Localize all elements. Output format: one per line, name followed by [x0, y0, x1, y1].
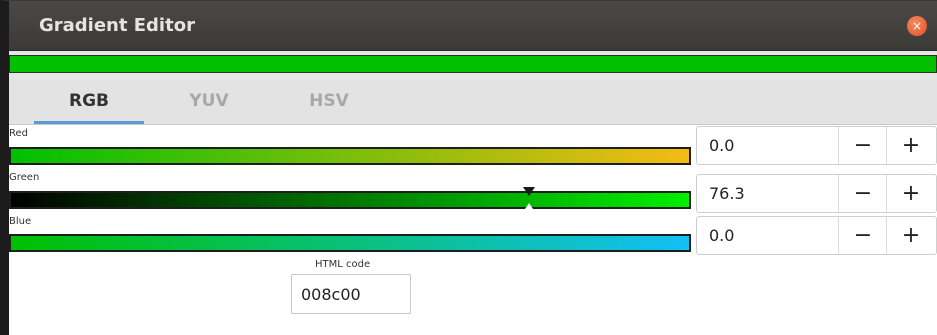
blue-spinbox: 0.0 − +	[696, 216, 937, 255]
green-gradient-slider[interactable]	[9, 191, 691, 209]
html-code-input[interactable]	[291, 274, 411, 314]
blue-increment-button[interactable]: +	[886, 217, 935, 254]
color-preview-bar	[9, 55, 937, 73]
red-increment-button[interactable]: +	[886, 127, 935, 164]
html-code-label: HTML code	[315, 259, 371, 270]
red-value-input[interactable]: 0.0	[709, 127, 734, 164]
tab-hsv[interactable]: HSV	[274, 79, 384, 124]
green-increment-button[interactable]: +	[886, 175, 935, 212]
red-spinbox: 0.0 − +	[696, 126, 937, 165]
red-decrement-button[interactable]: −	[838, 127, 887, 164]
green-value-input[interactable]: 76.3	[709, 175, 745, 212]
title-bar[interactable]: Gradient Editor ×	[9, 1, 937, 51]
green-spinbox: 76.3 − +	[696, 174, 937, 213]
preview-area	[9, 51, 937, 79]
tab-bar: RGB YUV HSV	[9, 79, 937, 125]
active-tab-indicator	[34, 121, 144, 124]
window-title: Gradient Editor	[39, 15, 195, 36]
tab-rgb[interactable]: RGB	[34, 79, 144, 124]
green-decrement-button[interactable]: −	[838, 175, 887, 212]
close-icon[interactable]: ×	[907, 16, 927, 36]
blue-decrement-button[interactable]: −	[838, 217, 887, 254]
red-gradient-slider[interactable]	[9, 147, 691, 165]
blue-gradient-slider[interactable]	[9, 234, 691, 252]
tab-yuv[interactable]: YUV	[154, 79, 264, 124]
blue-value-input[interactable]: 0.0	[709, 217, 734, 254]
blue-label: Blue	[9, 216, 32, 227]
green-slider-marker-bottom[interactable]	[523, 203, 536, 212]
red-label: Red	[9, 128, 28, 139]
green-slider-marker-top[interactable]	[523, 187, 536, 196]
green-label: Green	[9, 172, 40, 183]
